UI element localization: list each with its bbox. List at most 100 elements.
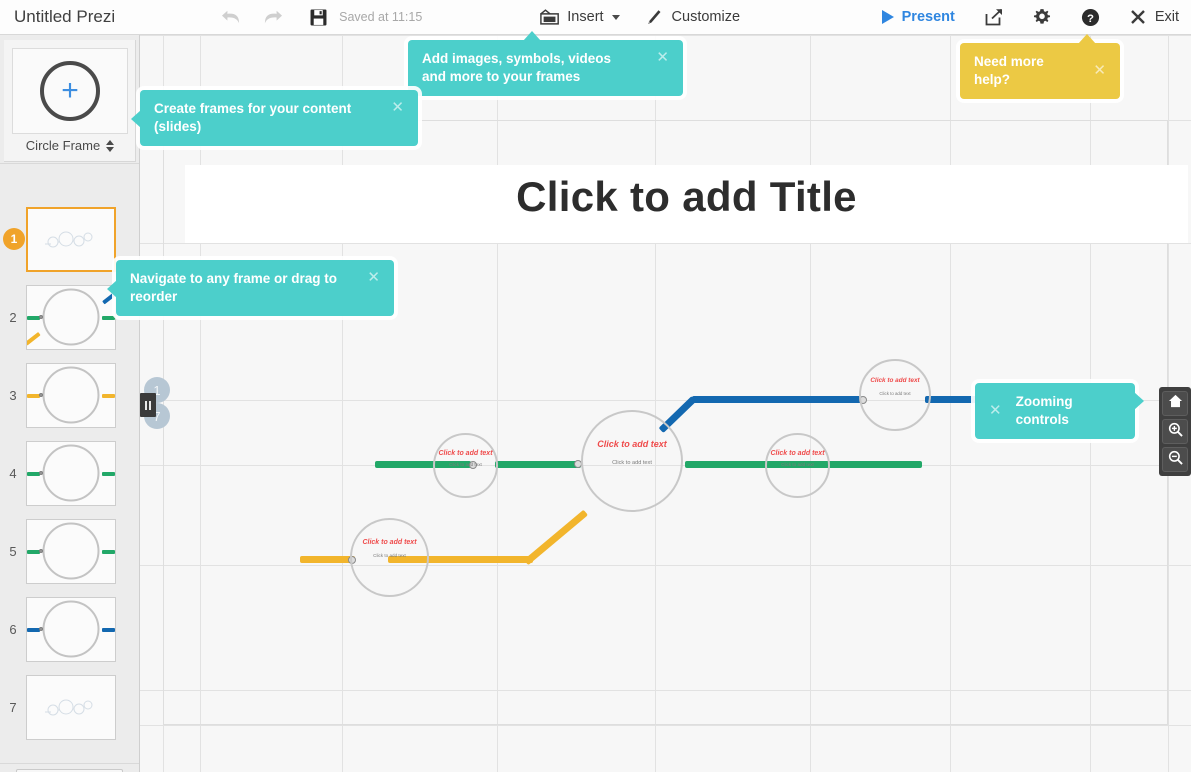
path-segment-blue-horizontal[interactable] xyxy=(692,396,862,403)
zoom-controls-group[interactable] xyxy=(1159,387,1191,476)
node-sublabel: Click to add text xyxy=(449,462,482,467)
share-export-icon[interactable] xyxy=(985,8,1003,26)
node-sublabel: Click to add text xyxy=(373,553,406,558)
node-label: Click to add text xyxy=(870,377,920,384)
edit-path-button[interactable]: Edit Path xyxy=(15,768,124,772)
exit-label: Exit xyxy=(1154,9,1179,25)
exit-button[interactable]: Exit xyxy=(1130,9,1179,25)
pause-handle-icon[interactable] xyxy=(140,393,156,417)
plus-icon: + xyxy=(61,74,79,107)
floppy-disk-icon[interactable] xyxy=(310,9,327,26)
node-blue-right[interactable]: Click to add text Click to add text xyxy=(859,359,931,431)
thumbnail-preview-5[interactable] xyxy=(26,518,116,584)
node-sublabel: Click to add text xyxy=(879,391,911,396)
chevron-down-icon xyxy=(611,14,620,20)
list-item[interactable]: 6 xyxy=(0,590,139,668)
add-frame-button[interactable]: + xyxy=(12,48,128,134)
close-x-icon[interactable]: ✕ xyxy=(989,403,1016,419)
thumbnail-preview-2[interactable] xyxy=(26,284,116,350)
prezi-title[interactable]: Untitled Prezi xyxy=(14,7,115,27)
home-icon xyxy=(1168,394,1183,413)
redo-arrow-icon[interactable] xyxy=(262,8,284,26)
frame-picker-panel: + Circle Frame xyxy=(4,40,136,162)
thumbnail-number: 4 xyxy=(9,465,17,481)
tooltip-help: Need more help? ✕ xyxy=(960,34,1120,99)
close-x-icon[interactable]: ✕ xyxy=(656,50,669,66)
node-label: Click to add text xyxy=(362,539,417,546)
undo-arrow-icon[interactable] xyxy=(220,8,242,26)
zoom-out-button[interactable] xyxy=(1162,447,1188,472)
thumbnail-preview-1[interactable] xyxy=(26,206,116,272)
node-sublabel: Click to add text xyxy=(781,462,814,467)
zoom-in-button[interactable] xyxy=(1162,419,1188,444)
tooltip-text: Zooming controls xyxy=(1015,394,1073,427)
thumbnail-preview-6[interactable] xyxy=(26,596,116,662)
svg-text:?: ? xyxy=(1087,12,1094,24)
circle-frame-preview: + xyxy=(40,61,100,121)
gear-icon[interactable] xyxy=(1033,8,1051,26)
list-item[interactable]: 5 xyxy=(0,512,139,590)
tooltip-navigate: Navigate to any frame or drag to reorder… xyxy=(107,260,394,316)
question-circle-icon[interactable]: ? xyxy=(1081,8,1100,27)
frame-type-selector[interactable]: Circle Frame xyxy=(4,138,136,153)
thumbnail-preview-3[interactable] xyxy=(26,362,116,428)
frame-thumbnail-list[interactable]: 1 2 3 4 5 6 7 xyxy=(0,163,139,763)
list-item[interactable]: 3 xyxy=(0,356,139,434)
node-label: Click to add text xyxy=(597,439,667,449)
insert-menu[interactable]: Insert xyxy=(540,8,620,26)
thumbnail-number: 3 xyxy=(9,387,17,403)
node-label: Click to add text xyxy=(438,450,493,457)
customize-button[interactable]: Customize xyxy=(646,9,741,26)
present-button[interactable]: Present xyxy=(881,9,955,25)
tooltip-tail xyxy=(523,31,541,41)
home-button[interactable] xyxy=(1162,391,1188,416)
tooltip-zooming: ✕ Zooming controls xyxy=(975,383,1144,439)
tooltip-text: Navigate to any frame or drag to reorder xyxy=(130,271,338,304)
thumbnail-number: 6 xyxy=(9,621,17,637)
insert-image-icon xyxy=(540,8,560,26)
up-down-stepper-icon[interactable] xyxy=(106,139,115,152)
close-x-icon[interactable]: ✕ xyxy=(391,100,404,116)
list-item[interactable]: 7 xyxy=(0,668,139,746)
node-label: Click to add text xyxy=(770,450,825,457)
thumbnail-number: 7 xyxy=(9,699,17,715)
tooltip-text: Create frames for your content (slides) xyxy=(154,101,352,134)
overview-sketch-icon xyxy=(45,231,93,248)
close-x-icon xyxy=(1130,9,1146,25)
path-segment-green-center[interactable] xyxy=(495,461,581,468)
close-x-icon[interactable]: ✕ xyxy=(1093,63,1106,79)
magnifier-minus-icon xyxy=(1168,450,1183,470)
tooltip-create-frames: Create frames for your content (slides) … xyxy=(131,90,418,146)
insert-label: Insert xyxy=(567,9,604,25)
thumbnail-number: 5 xyxy=(9,543,17,559)
tooltip-text: Need more help? xyxy=(974,54,1044,87)
frame-type-label: Circle Frame xyxy=(25,138,101,153)
node-green-left[interactable]: Click to add text Click to add text xyxy=(433,433,498,498)
path-segment-yellow-start[interactable] xyxy=(300,556,355,563)
tooltip-text: Add images, symbols, videos and more to … xyxy=(422,51,612,84)
tooltip-tail xyxy=(1078,34,1096,44)
close-x-icon[interactable]: ✕ xyxy=(367,270,380,286)
thumbnail-preview-7[interactable] xyxy=(26,674,116,740)
overview-sketch-icon xyxy=(45,699,93,716)
thumbnail-preview-4[interactable] xyxy=(26,440,116,506)
tooltip-tail xyxy=(131,110,141,128)
thumbnail-number: 2 xyxy=(9,309,17,325)
tooltip-insert: Add images, symbols, videos and more to … xyxy=(408,31,683,96)
list-item[interactable]: 4 xyxy=(0,434,139,512)
customize-label: Customize xyxy=(671,9,741,25)
paintbrush-icon xyxy=(646,9,664,26)
left-sidebar: + Circle Frame 1 2 3 4 5 6 7 xyxy=(0,35,140,772)
node-green-right[interactable]: Click to add text Click to add text xyxy=(765,433,830,498)
magnifier-plus-icon xyxy=(1168,422,1183,442)
prezi-editor: Untitled Prezi Saved at 11:15 Insert Cus… xyxy=(0,0,1191,772)
node-center-main[interactable]: Click to add text Click to add text xyxy=(581,410,683,512)
play-triangle-icon xyxy=(881,10,894,24)
present-label: Present xyxy=(901,9,955,25)
page-title[interactable]: Click to add Title xyxy=(185,173,1188,221)
node-yellow-left[interactable]: Click to add text Click to add text xyxy=(350,518,429,597)
node-sublabel: Click to add text xyxy=(612,460,652,466)
tooltip-tail xyxy=(1134,392,1144,410)
path-scrubber[interactable]: 1 7 xyxy=(140,377,174,433)
top-toolbar: Untitled Prezi Saved at 11:15 Insert Cus… xyxy=(0,0,1191,35)
